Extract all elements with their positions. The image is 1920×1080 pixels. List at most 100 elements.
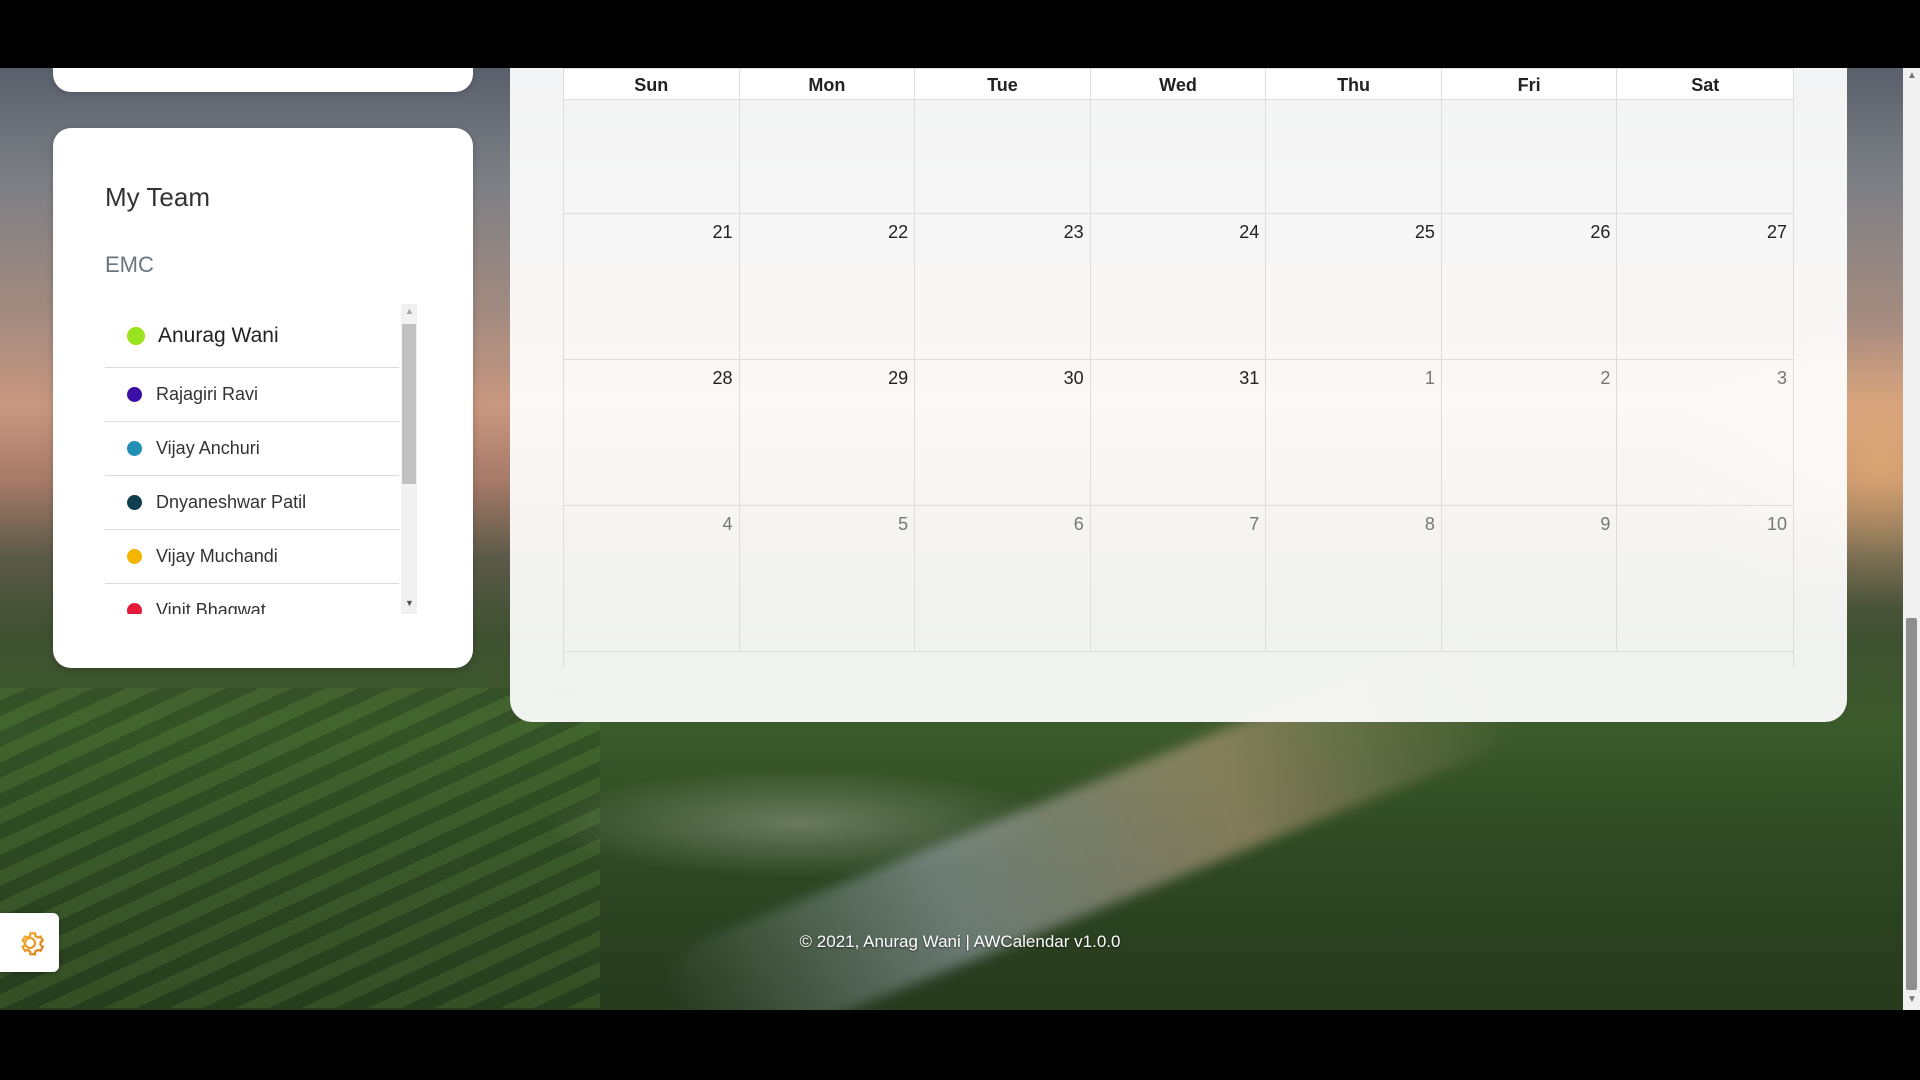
- team-member-item[interactable]: Vijay Muchandi: [105, 530, 399, 584]
- page-scrollbar[interactable]: ▲ ▼: [1903, 68, 1920, 1010]
- member-name: Dnyaneshwar Patil: [156, 492, 307, 512]
- day-number: 16: [1064, 100, 1084, 103]
- member-color-dot-icon: [127, 495, 142, 510]
- day-number: 17: [1239, 100, 1259, 103]
- settings-button[interactable]: [0, 913, 59, 972]
- team-member-item[interactable]: Dnyaneshwar Patil: [105, 476, 399, 530]
- calendar-day-cell[interactable]: 30: [915, 360, 1091, 505]
- day-number: 25: [1414, 222, 1435, 242]
- member-color-dot-icon: [127, 441, 142, 456]
- team-member-list: Anurag Wani Rajagiri Ravi Vijay Anchuri Dny…: [105, 304, 451, 614]
- team-title: My Team: [105, 182, 210, 212]
- calendar-day-cell[interactable]: 21: [564, 214, 740, 359]
- screen-letterbox-bottom: [0, 1010, 1920, 1080]
- member-name: Anurag Wani: [158, 323, 279, 347]
- day-number: 14: [713, 100, 733, 103]
- day-number: 27: [1766, 222, 1787, 242]
- day-number: 24: [1239, 222, 1260, 242]
- calendar-day-cell[interactable]: 2: [1442, 360, 1618, 505]
- day-number: 22: [888, 222, 909, 242]
- calendar-day-cell[interactable]: 10: [1617, 506, 1793, 651]
- calendar-day-cell[interactable]: 6: [915, 506, 1091, 651]
- weekday-header-thu: Thu: [1266, 69, 1442, 101]
- day-number: 20: [1767, 100, 1787, 103]
- calendar-day-cell[interactable]: 27: [1617, 214, 1793, 359]
- calendar-week-row: 4 5 6 7 8 9 10: [564, 506, 1793, 652]
- day-number: 28: [712, 368, 733, 388]
- member-name: Vinit Bhagwat: [156, 600, 266, 614]
- calendar-day-cell[interactable]: 24: [1091, 214, 1267, 359]
- day-number: 21: [712, 222, 733, 242]
- day-number: 2: [1600, 368, 1611, 388]
- day-number: 7: [1249, 514, 1260, 534]
- member-name: Vijay Muchandi: [156, 546, 278, 566]
- day-number: 29: [888, 368, 909, 388]
- weekday-header-tue: Tue: [915, 69, 1091, 101]
- day-number: 4: [722, 514, 733, 534]
- calendar-day-cell[interactable]: 9: [1442, 506, 1618, 651]
- day-number: 26: [1590, 222, 1611, 242]
- calendar-day-cell[interactable]: 26: [1442, 214, 1618, 359]
- calendar-day-cell[interactable]: 25: [1266, 214, 1442, 359]
- gear-icon: [20, 931, 44, 955]
- calendar-week-row: 28 29 30 31 1 2 3: [564, 360, 1793, 506]
- calendar-day-cell[interactable]: 29: [740, 360, 916, 505]
- calendar-day-cell[interactable]: 23: [915, 214, 1091, 359]
- team-member-item[interactable]: Vijay Anchuri: [105, 422, 399, 476]
- member-color-dot-icon: [127, 549, 142, 564]
- page-scroll-down-icon[interactable]: ▼: [1907, 994, 1917, 1005]
- calendar-day-cell[interactable]: 19: [1442, 100, 1618, 213]
- calendar-day-cell[interactable]: 7: [1091, 506, 1267, 651]
- page-scroll-up-icon[interactable]: ▲: [1907, 70, 1917, 81]
- calendar-day-cell[interactable]: 14: [564, 100, 740, 213]
- calendar-month-grid: 1415161718192021222324252627282930311234…: [563, 100, 1794, 668]
- calendar-day-cell[interactable]: 3: [1617, 360, 1793, 505]
- calendar-day-cell[interactable]: 17: [1091, 100, 1267, 213]
- calendar-day-cell[interactable]: 28: [564, 360, 740, 505]
- scroll-down-arrow-icon[interactable]: ▼: [405, 598, 414, 608]
- scroll-up-arrow-icon[interactable]: ▲: [405, 306, 414, 316]
- weekday-header-wed: Wed: [1091, 69, 1267, 101]
- day-number: 23: [1063, 222, 1084, 242]
- day-number: 3: [1776, 368, 1787, 388]
- day-number: 1: [1424, 368, 1435, 388]
- day-number: 31: [1239, 368, 1260, 388]
- screen-letterbox-top: [0, 0, 1920, 68]
- page-scrollbar-thumb[interactable]: [1906, 618, 1917, 990]
- day-number: 8: [1424, 514, 1435, 534]
- calendar-week-row: 14 15 16 17 18 19 20: [564, 100, 1793, 214]
- team-member-item[interactable]: Anurag Wani: [105, 304, 399, 368]
- calendar-day-cell[interactable]: 15: [740, 100, 916, 213]
- calendar-day-cell[interactable]: 22: [740, 214, 916, 359]
- background-fields: [0, 688, 600, 1008]
- calendar-day-cell[interactable]: 8: [1266, 506, 1442, 651]
- member-color-dot-icon: [127, 603, 142, 614]
- team-member-item[interactable]: Rajagiri Ravi: [105, 368, 399, 422]
- member-color-dot-icon: [127, 326, 145, 345]
- team-group-label: EMC: [105, 252, 154, 277]
- weekday-header-fri: Fri: [1442, 69, 1618, 101]
- calendar-day-cell[interactable]: 16: [915, 100, 1091, 213]
- calendar-day-cell[interactable]: 31: [1091, 360, 1267, 505]
- my-team-card: My Team EMC Anurag Wani Rajagiri Ravi Vija…: [53, 128, 473, 668]
- calendar-day-cell[interactable]: 4: [564, 506, 740, 651]
- upper-card: [53, 68, 473, 92]
- scrollbar-thumb[interactable]: [402, 324, 416, 484]
- day-number: 6: [1073, 514, 1084, 534]
- day-number: 19: [1590, 100, 1610, 103]
- weekday-header-sat: Sat: [1691, 75, 1720, 95]
- day-number: 30: [1063, 368, 1084, 388]
- member-name: Vijay Anchuri: [156, 438, 260, 458]
- team-list-scrollbar[interactable]: ▲ ▼: [401, 304, 417, 614]
- calendar-day-cell[interactable]: 1: [1266, 360, 1442, 505]
- day-number: 18: [1415, 100, 1435, 103]
- calendar-day-cell[interactable]: 20: [1617, 100, 1793, 213]
- member-name: Rajagiri Ravi: [156, 384, 259, 404]
- member-color-dot-icon: [127, 387, 142, 402]
- calendar-card: SunMonTueWedThuFriSat 141516171819202122…: [510, 68, 1847, 722]
- day-number: 15: [888, 100, 908, 103]
- calendar-weekday-header: Sun Mon Tue Wed Thu Fri Sat: [563, 68, 1794, 101]
- calendar-day-cell[interactable]: 18: [1266, 100, 1442, 213]
- calendar-day-cell[interactable]: 5: [740, 506, 916, 651]
- team-member-item[interactable]: Vinit Bhagwat: [105, 584, 399, 614]
